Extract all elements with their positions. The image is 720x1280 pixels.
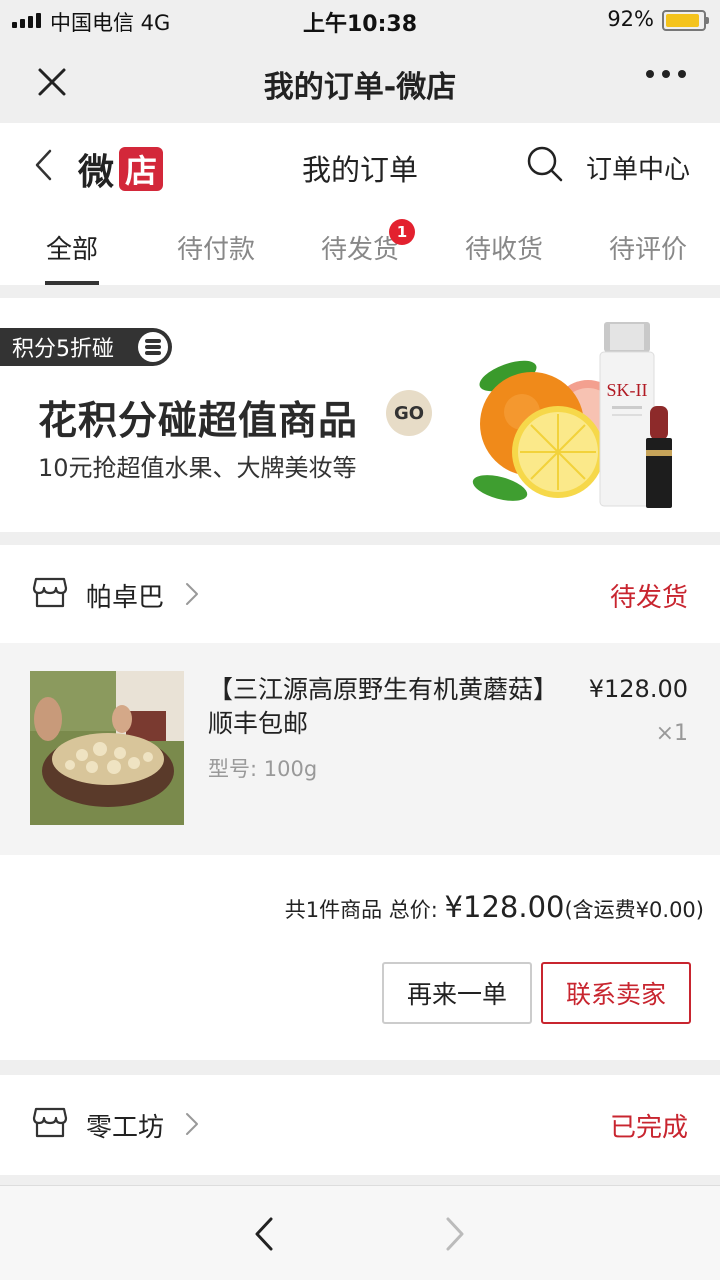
go-button[interactable]: GO <box>386 390 432 436</box>
shop-row[interactable]: 零工坊 已完成 <box>0 1075 720 1173</box>
order-tabs: 全部 待付款 待发货 1 待收货 待评价 <box>0 213 720 285</box>
coins-icon <box>138 332 168 362</box>
tab-pending-payment[interactable]: 待付款 <box>144 213 288 285</box>
back-arrow-icon[interactable] <box>252 1216 276 1252</box>
store-icon <box>32 1107 68 1138</box>
chevron-right-icon <box>186 1113 198 1135</box>
page-title: 我的订单-微店 <box>263 70 457 105</box>
battery-icon <box>662 10 709 31</box>
promo-tag-label: 积分5折碰 <box>12 337 114 362</box>
promo-subtitle: 10元抢超值水果、大牌美妆等 <box>38 454 357 482</box>
promo-banner[interactable]: 积分5折碰 花积分碰超值商品 GO 10元抢超值水果、大牌美妆等 SK-II <box>0 298 720 532</box>
product-spec: 型号: 100g <box>208 757 318 781</box>
promo-products-image: SK-II <box>472 322 672 508</box>
tab-label: 待评价 <box>608 235 687 265</box>
product-price: ¥128.00 <box>588 675 688 703</box>
tab-all[interactable]: 全部 <box>0 213 144 285</box>
promo-headline: 花积分碰超值商品 <box>38 399 359 444</box>
product-quantity: ×1 <box>655 721 688 746</box>
count-badge: 1 <box>389 219 415 245</box>
shop-row[interactable]: 帕卓巴 待发货 <box>0 545 720 643</box>
product-thumbnail <box>30 671 184 825</box>
store-icon <box>32 577 68 608</box>
shipping-fee: (含运费¥0.00) <box>564 898 704 922</box>
browser-nav-bar <box>0 1185 720 1280</box>
product-item[interactable]: 【三江源高原野生有机黄蘑菇】顺丰包邮 型号: 100g ¥128.00 ×1 <box>0 643 720 855</box>
order-summary: 共1件商品 总价: ¥128.00(含运费¥0.00) <box>285 890 704 924</box>
sk2-label: SK-II <box>607 380 648 400</box>
more-icon[interactable] <box>646 70 686 78</box>
reorder-button[interactable]: 再来一单 <box>382 962 532 1024</box>
shop-name: 帕卓巴 <box>86 583 165 613</box>
promo-tag: 积分5折碰 <box>0 328 172 366</box>
webview-title-bar: 我的订单-微店 <box>0 40 720 123</box>
battery-percent: 92% <box>607 7 654 31</box>
status-bar: 中国电信 4G 上午10:38 92% <box>0 0 720 40</box>
order-center-link[interactable]: 订单中心 <box>586 149 690 186</box>
tab-label: 待付款 <box>176 235 255 265</box>
order-card: 帕卓巴 待发货 【三江源高原野生有机黄蘑菇】顺丰包邮 型号: 100g ¥128… <box>0 545 720 1060</box>
tab-pending-review[interactable]: 待评价 <box>576 213 720 285</box>
tab-pending-shipment[interactable]: 待发货 1 <box>288 213 432 285</box>
order-status: 已完成 <box>609 1113 688 1143</box>
tab-label: 全部 <box>45 235 98 265</box>
summary-prefix: 共1件商品 总价: <box>284 898 445 922</box>
search-icon[interactable] <box>526 145 564 183</box>
contact-seller-button[interactable]: 联系卖家 <box>541 962 691 1024</box>
forward-arrow-icon[interactable] <box>443 1216 467 1252</box>
product-name: 【三江源高原野生有机黄蘑菇】顺丰包邮 <box>208 675 559 738</box>
order-total: ¥128.00 <box>444 890 565 924</box>
shop-header: 微 店 我的订单 订单中心 全部 待付款 待发货 1 待收货 待评价 <box>0 123 720 285</box>
order-card: 零工坊 已完成 <box>0 1075 720 1175</box>
shop-name: 零工坊 <box>86 1113 165 1143</box>
chevron-right-icon <box>186 583 198 605</box>
tab-pending-receipt[interactable]: 待收货 <box>432 213 576 285</box>
tab-label: 待收货 <box>464 235 543 265</box>
order-status: 待发货 <box>609 583 688 613</box>
tab-label: 待发货 <box>320 235 399 265</box>
